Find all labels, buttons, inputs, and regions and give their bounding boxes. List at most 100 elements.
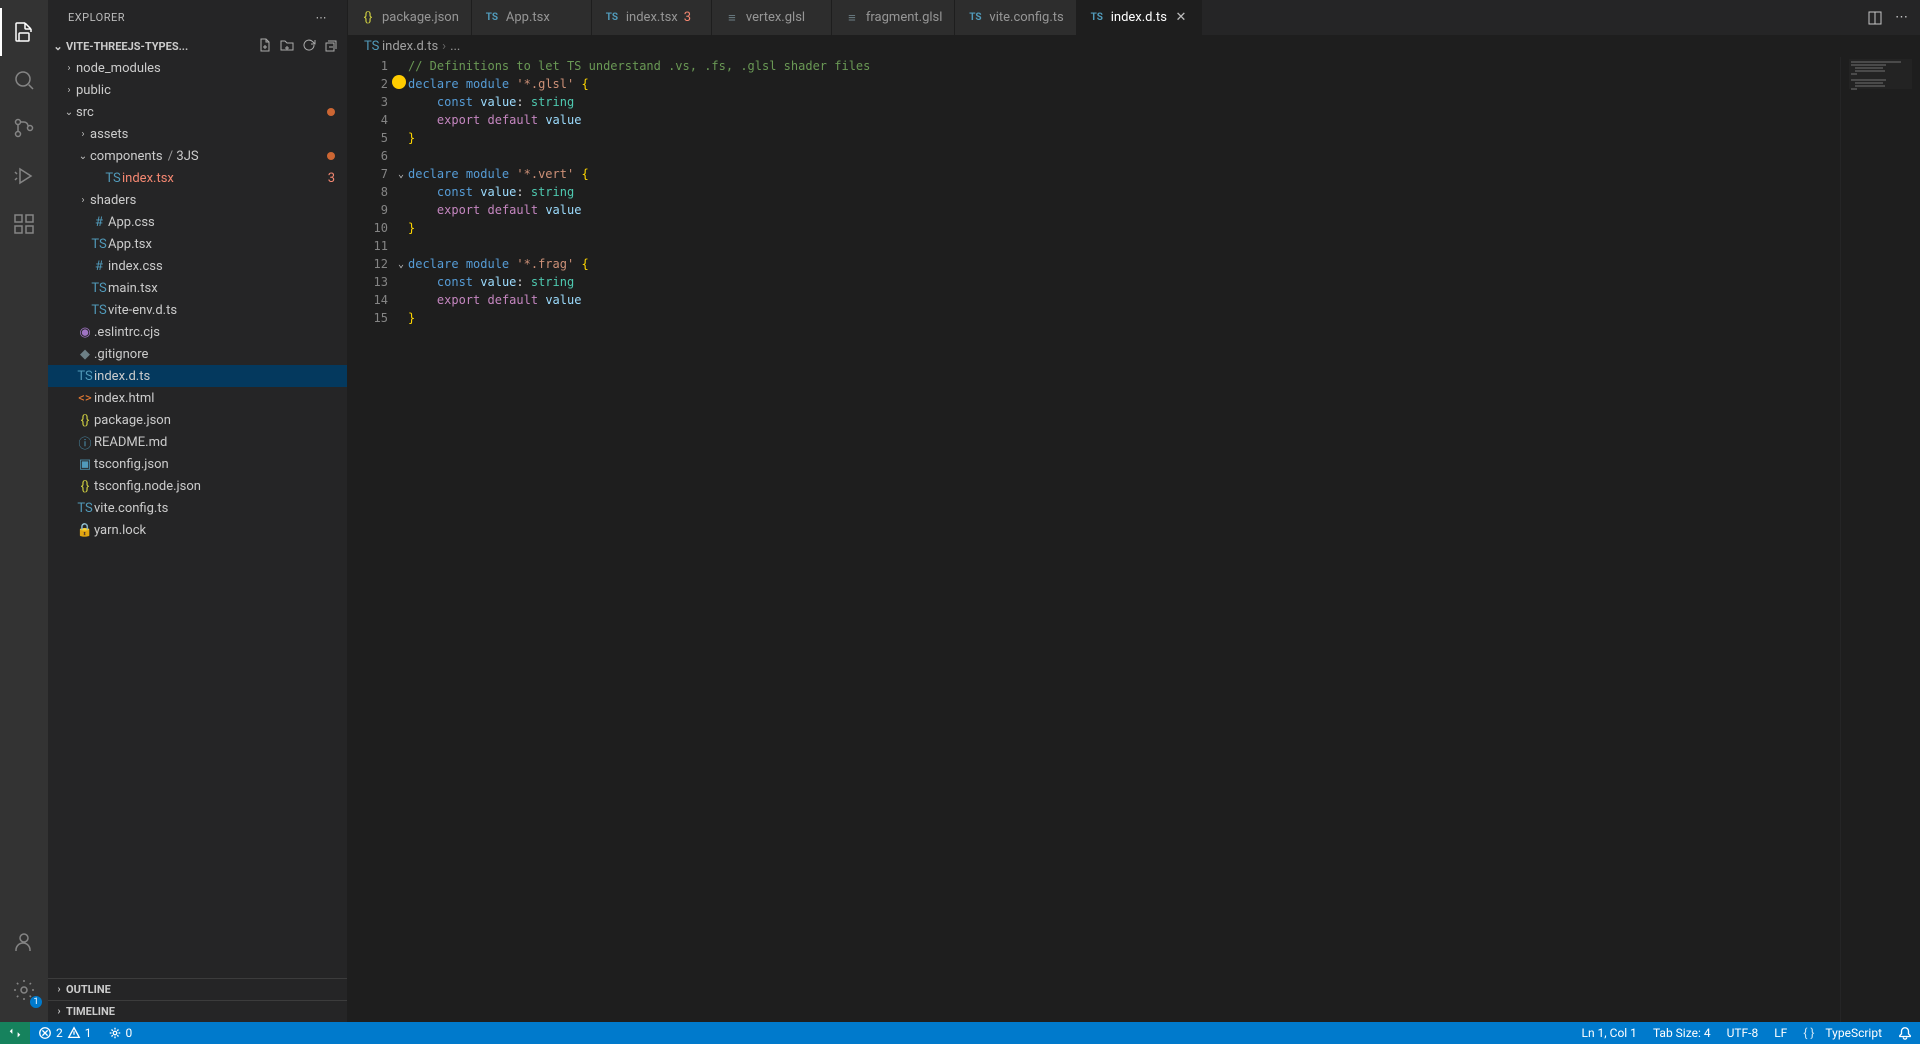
glsl-file-icon: ≡ bbox=[844, 10, 860, 26]
explorer-icon[interactable] bbox=[0, 8, 48, 56]
json-file-icon: {} bbox=[360, 10, 376, 26]
tree-file[interactable]: TSmain.tsx bbox=[48, 277, 347, 299]
new-folder-icon[interactable] bbox=[279, 37, 295, 56]
glsl-file-icon: ≡ bbox=[724, 10, 740, 26]
tab-vite-config-ts[interactable]: TS vite.config.ts bbox=[955, 0, 1076, 35]
ts-file-icon: TS bbox=[90, 281, 108, 296]
lightbulb-icon[interactable] bbox=[392, 75, 406, 89]
tab-label: vite.config.ts bbox=[989, 10, 1063, 25]
tree-file[interactable]: <>index.html bbox=[48, 387, 347, 409]
readme-file-icon: ⓘ bbox=[76, 433, 94, 452]
tree-file[interactable]: {}package.json bbox=[48, 409, 347, 431]
tab-fragment-glsl[interactable]: ≡ fragment.glsl bbox=[832, 0, 956, 35]
tree-file[interactable]: TSindex.tsx3 bbox=[48, 167, 347, 189]
tab-label: fragment.glsl bbox=[866, 10, 943, 25]
ts-file-icon: TS bbox=[90, 303, 108, 318]
tree-file[interactable]: TSindex.d.ts bbox=[48, 365, 347, 387]
ts-file-icon: TS bbox=[90, 237, 108, 252]
run-debug-icon[interactable] bbox=[0, 152, 48, 200]
ts-file-icon: TS bbox=[76, 369, 94, 384]
tree-file[interactable]: TSvite-env.d.ts bbox=[48, 299, 347, 321]
gutter: 12⌄34567⌄89101112⌄131415 bbox=[348, 57, 408, 1022]
extensions-icon[interactable] bbox=[0, 200, 48, 248]
tree-file[interactable]: {}tsconfig.node.json bbox=[48, 475, 347, 497]
tree-file[interactable]: #App.css bbox=[48, 211, 347, 233]
refresh-icon[interactable] bbox=[301, 37, 317, 56]
status-notifications-icon[interactable] bbox=[1890, 1026, 1920, 1040]
settings-icon[interactable]: 1 bbox=[0, 966, 48, 1014]
ts-file-icon: TS bbox=[76, 501, 94, 516]
tree-file[interactable]: ◉.eslintrc.cjs bbox=[48, 321, 347, 343]
editor-body[interactable]: 12⌄34567⌄89101112⌄131415 // Definitions … bbox=[348, 57, 1920, 1022]
css-file-icon: # bbox=[90, 215, 108, 230]
tree-file[interactable]: TSvite.config.ts bbox=[48, 497, 347, 519]
fold-icon[interactable]: ⌄ bbox=[398, 256, 404, 274]
tree-folder[interactable]: ›assets bbox=[48, 123, 347, 145]
status-bar: 2 1 0 Ln 1, Col 1 Tab Size: 4 UTF-8 LF {… bbox=[0, 1022, 1920, 1044]
tab-App-tsx[interactable]: TSApp.tsx bbox=[472, 0, 592, 35]
activity-bar: 1 bbox=[0, 0, 48, 1022]
split-editor-icon[interactable] bbox=[1867, 10, 1883, 26]
status-tab-size[interactable]: Tab Size: 4 bbox=[1645, 1026, 1719, 1040]
sidebar-more-icon[interactable]: ⋯ bbox=[316, 11, 328, 24]
tree-folder[interactable]: ⌄src bbox=[48, 101, 347, 123]
project-name: VITE-THREEJS-TYPES... bbox=[66, 40, 188, 53]
tab-vertex-glsl[interactable]: ≡vertex.glsl bbox=[712, 0, 832, 35]
status-ports[interactable]: 0 bbox=[100, 1026, 141, 1040]
tab-bar: {}package.jsonTSApp.tsx TS index.tsx 3 ≡ver… bbox=[348, 0, 1920, 35]
tree-folder[interactable]: ⌄components / 3JS bbox=[48, 145, 347, 167]
ts-file-icon: TS bbox=[604, 10, 620, 26]
tab-package-json[interactable]: {}package.json bbox=[348, 0, 472, 35]
timeline-section[interactable]: ›Timeline bbox=[48, 1000, 347, 1022]
tree-folder[interactable]: ›node_modules bbox=[48, 57, 347, 79]
sidebar-title: Explorer bbox=[68, 11, 125, 24]
more-actions-icon[interactable]: ⋯ bbox=[1895, 10, 1908, 25]
ts-file-icon: TS bbox=[104, 171, 122, 186]
ts-file-icon: TS bbox=[967, 10, 983, 26]
source-control-icon[interactable] bbox=[0, 104, 48, 152]
ts-file-icon: TS bbox=[1089, 10, 1105, 26]
json-file-icon: ▣ bbox=[76, 457, 94, 472]
remote-indicator[interactable] bbox=[0, 1022, 30, 1044]
close-tab-icon[interactable]: ✕ bbox=[1173, 10, 1189, 26]
gitignore-file-icon: ◆ bbox=[76, 347, 94, 362]
tree-file[interactable]: #index.css bbox=[48, 255, 347, 277]
fold-icon[interactable]: ⌄ bbox=[398, 166, 404, 184]
tree-folder[interactable]: ›public bbox=[48, 79, 347, 101]
breadcrumb[interactable]: TS index.d.ts › ... bbox=[348, 35, 1920, 57]
status-language[interactable]: { } TypeScript bbox=[1795, 1026, 1890, 1040]
tree-file[interactable]: ⓘREADME.md bbox=[48, 431, 347, 453]
breadcrumb-rest: ... bbox=[450, 39, 460, 54]
status-encoding[interactable]: UTF-8 bbox=[1719, 1026, 1767, 1040]
file-tree: ›node_modules ›public ⌄src ›assets ⌄comp… bbox=[48, 57, 347, 978]
tree-file[interactable]: ▣tsconfig.json bbox=[48, 453, 347, 475]
outline-section[interactable]: ›Outline bbox=[48, 978, 347, 1000]
ts-file-icon: TS bbox=[364, 39, 378, 53]
status-cursor[interactable]: Ln 1, Col 1 bbox=[1573, 1026, 1644, 1040]
tab-badge: 3 bbox=[684, 10, 691, 25]
tab-actions: ⋯ bbox=[1867, 0, 1920, 35]
minimap[interactable] bbox=[1840, 57, 1920, 1022]
collapse-all-icon[interactable] bbox=[323, 37, 339, 56]
accounts-icon[interactable] bbox=[0, 918, 48, 966]
editor-area: {}package.jsonTSApp.tsx TS index.tsx 3 ≡ver… bbox=[348, 0, 1920, 1022]
code-content[interactable]: // Definitions to let TS understand .vs,… bbox=[408, 57, 1840, 1022]
explorer-sidebar: Explorer ⋯ ⌄ VITE-THREEJS-TYPES... ›node… bbox=[48, 0, 348, 1022]
tab-index-tsx[interactable]: TS index.tsx 3 bbox=[592, 0, 712, 35]
json-file-icon: {} bbox=[76, 413, 94, 428]
tab-index-d-ts[interactable]: TSindex.d.ts✕ bbox=[1077, 0, 1202, 35]
tree-file[interactable]: 🔒yarn.lock bbox=[48, 519, 347, 541]
search-icon[interactable] bbox=[0, 56, 48, 104]
lock-file-icon: 🔒 bbox=[76, 523, 94, 538]
tree-file[interactable]: TSApp.tsx bbox=[48, 233, 347, 255]
tree-file[interactable]: ◆.gitignore bbox=[48, 343, 347, 365]
breadcrumb-file: index.d.ts bbox=[382, 39, 438, 54]
project-header[interactable]: ⌄ VITE-THREEJS-TYPES... bbox=[48, 35, 347, 57]
tree-folder[interactable]: ›shaders bbox=[48, 189, 347, 211]
status-eol[interactable]: LF bbox=[1766, 1026, 1795, 1040]
tab-label: index.tsx bbox=[626, 10, 678, 25]
new-file-icon[interactable] bbox=[257, 37, 273, 56]
json-file-icon: {} bbox=[76, 479, 94, 494]
eslint-file-icon: ◉ bbox=[76, 325, 94, 340]
status-problems[interactable]: 2 1 bbox=[30, 1026, 100, 1040]
